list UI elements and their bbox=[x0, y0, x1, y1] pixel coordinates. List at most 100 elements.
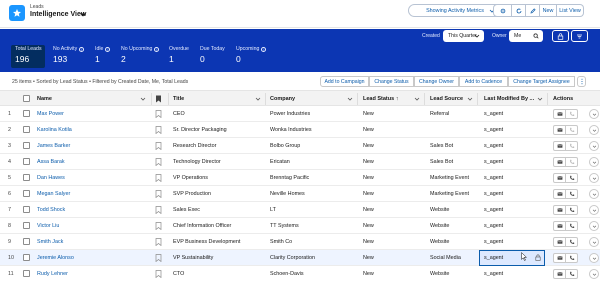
metric-idle[interactable]: Idle i 1 bbox=[95, 46, 111, 64]
lead-name-link[interactable]: Dan Hawes bbox=[37, 175, 65, 181]
lead-name-link[interactable]: Karolina Kotila bbox=[37, 127, 72, 133]
bookmark-icon[interactable] bbox=[155, 190, 162, 198]
row-checkbox[interactable] bbox=[23, 190, 30, 197]
metric-overdue[interactable]: Overdue 1 bbox=[169, 46, 189, 64]
row-checkbox[interactable] bbox=[23, 142, 30, 149]
row-actions-menu-button[interactable] bbox=[589, 125, 599, 135]
column-header-lead-source[interactable]: Lead Source bbox=[430, 96, 463, 102]
send-email-button[interactable] bbox=[553, 189, 566, 199]
owner-filter-input[interactable]: Me bbox=[509, 30, 543, 42]
lead-name-link[interactable]: Todd Shock bbox=[37, 207, 65, 213]
table-row[interactable]: 6 Megan Salyer SVP Production Neville Homes… bbox=[0, 186, 600, 202]
row-checkbox[interactable] bbox=[23, 254, 30, 261]
add-to-campaign-button[interactable]: Add to Campaign bbox=[320, 76, 369, 87]
row-checkbox[interactable] bbox=[23, 206, 30, 213]
call-button[interactable] bbox=[566, 205, 578, 215]
table-row[interactable]: 2 Karolina Kotila Sr. Director Packaging Wo… bbox=[0, 122, 600, 138]
row-checkbox[interactable] bbox=[23, 110, 30, 117]
row-checkbox[interactable] bbox=[23, 270, 30, 277]
metric-total-leads[interactable]: Total Leads 196 bbox=[15, 46, 42, 64]
row-actions-menu-button[interactable] bbox=[589, 237, 599, 247]
send-email-button[interactable] bbox=[553, 253, 566, 263]
table-row[interactable]: 4 Assa Barak Technology Director Ericatan Ne… bbox=[0, 154, 600, 170]
bookmark-icon[interactable] bbox=[155, 174, 162, 182]
call-button[interactable] bbox=[566, 253, 578, 263]
bookmark-icon[interactable] bbox=[155, 206, 162, 214]
call-button[interactable] bbox=[566, 189, 578, 199]
info-icon[interactable]: i bbox=[261, 46, 267, 52]
info-icon[interactable]: i bbox=[154, 46, 160, 52]
metric-due-today[interactable]: Due Today 0 bbox=[200, 46, 225, 64]
metric-upcoming[interactable]: Upcoming i 0 bbox=[236, 46, 267, 64]
list-view-button[interactable]: List View bbox=[557, 4, 584, 17]
column-header-lead-status[interactable]: Lead Status ↑ bbox=[363, 96, 398, 102]
call-button[interactable] bbox=[566, 109, 578, 119]
call-button[interactable] bbox=[566, 173, 578, 183]
activity-metrics-toggle-button[interactable]: Showing Activity Metrics bbox=[408, 4, 502, 17]
lead-name-link[interactable]: Victor Liu bbox=[37, 223, 59, 229]
send-email-button[interactable] bbox=[553, 157, 566, 167]
lock-filters-button[interactable] bbox=[552, 30, 569, 42]
table-row[interactable]: 8 Victor Liu Chief Information Officer TT S… bbox=[0, 218, 600, 234]
filter-menu-button[interactable] bbox=[571, 30, 588, 42]
change-target-assignee-button[interactable]: Change Target Assignee bbox=[508, 76, 575, 87]
bookmark-icon[interactable] bbox=[155, 158, 162, 166]
table-row[interactable]: 9 Smith Jack EVP Business Development Smith… bbox=[0, 234, 600, 250]
created-filter-select[interactable]: This Quarter bbox=[443, 30, 484, 42]
bookmark-icon[interactable] bbox=[155, 222, 162, 230]
row-checkbox[interactable] bbox=[23, 126, 30, 133]
lead-name-link[interactable]: Megan Salyer bbox=[37, 191, 70, 197]
call-button[interactable] bbox=[566, 221, 578, 231]
send-email-button[interactable] bbox=[553, 125, 566, 135]
row-actions-menu-button[interactable] bbox=[589, 173, 599, 183]
send-email-button[interactable] bbox=[553, 109, 566, 119]
bookmark-icon[interactable] bbox=[155, 270, 162, 278]
row-actions-menu-button[interactable] bbox=[589, 141, 599, 151]
call-button[interactable] bbox=[566, 125, 578, 135]
row-actions-menu-button[interactable] bbox=[589, 253, 599, 263]
refresh-button[interactable] bbox=[512, 4, 526, 17]
row-actions-menu-button[interactable] bbox=[589, 269, 599, 279]
send-email-button[interactable] bbox=[553, 269, 566, 279]
bookmark-icon[interactable] bbox=[155, 254, 162, 262]
more-actions-button[interactable] bbox=[577, 76, 586, 87]
call-button[interactable] bbox=[566, 157, 578, 167]
chevron-down-icon[interactable] bbox=[414, 96, 420, 102]
table-row[interactable]: 1 Max Power CEO Power Industries New Referral… bbox=[0, 106, 600, 122]
call-button[interactable] bbox=[566, 141, 578, 151]
list-settings-button[interactable] bbox=[493, 4, 512, 17]
lead-name-link[interactable]: Rudy Lehner bbox=[37, 271, 68, 277]
metric-no-upcoming[interactable]: No Upcoming i 2 bbox=[121, 46, 160, 64]
add-to-cadence-button[interactable]: Add to Cadence bbox=[459, 76, 508, 87]
send-email-button[interactable] bbox=[553, 173, 566, 183]
lead-name-link[interactable]: Jeremie Alonso bbox=[37, 255, 74, 261]
metric-no-activity[interactable]: No Activity i 193 bbox=[53, 46, 85, 64]
chevron-down-icon[interactable] bbox=[140, 96, 146, 102]
table-row[interactable]: 7 Todd Shock Sales Exec LT New Website s_agent bbox=[0, 202, 600, 218]
lead-name-link[interactable]: James Barker bbox=[37, 143, 70, 149]
info-icon[interactable]: i bbox=[105, 46, 111, 52]
row-checkbox[interactable] bbox=[23, 222, 30, 229]
row-actions-menu-button[interactable] bbox=[589, 205, 599, 215]
chevron-down-icon[interactable] bbox=[255, 96, 261, 102]
send-email-button[interactable] bbox=[553, 141, 566, 151]
chevron-down-icon[interactable] bbox=[347, 96, 353, 102]
column-header-name[interactable]: Name bbox=[37, 96, 52, 102]
bookmark-icon[interactable] bbox=[155, 142, 162, 150]
row-checkbox[interactable] bbox=[23, 174, 30, 181]
send-email-button[interactable] bbox=[553, 221, 566, 231]
change-owner-button[interactable]: Change Owner bbox=[414, 76, 459, 87]
chevron-down-icon[interactable] bbox=[537, 96, 543, 102]
call-button[interactable] bbox=[566, 237, 578, 247]
row-actions-menu-button[interactable] bbox=[589, 221, 599, 231]
row-actions-menu-button[interactable] bbox=[589, 157, 599, 167]
lead-name-link[interactable]: Smith Jack bbox=[37, 239, 63, 245]
column-header-title[interactable]: Title bbox=[173, 96, 184, 102]
row-actions-menu-button[interactable] bbox=[589, 109, 599, 119]
bookmark-icon[interactable] bbox=[155, 126, 162, 134]
table-row[interactable]: 10 Jeremie Alonso VP Sustainability Clarity… bbox=[0, 250, 600, 266]
column-header-company[interactable]: Company bbox=[270, 96, 295, 102]
call-button[interactable] bbox=[566, 269, 578, 279]
table-row[interactable]: 5 Dan Hawes VP Operations Brenntag Pacific N… bbox=[0, 170, 600, 186]
chevron-down-icon[interactable] bbox=[467, 96, 473, 102]
